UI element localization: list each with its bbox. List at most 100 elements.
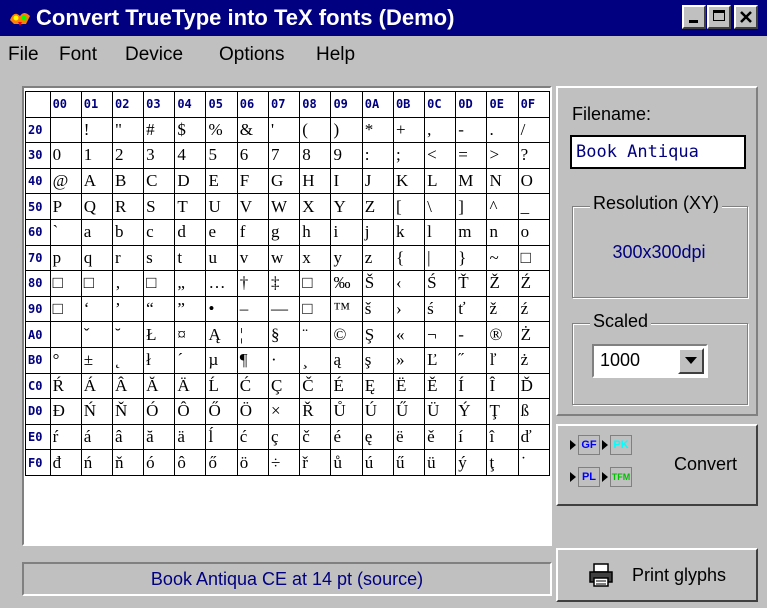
glyph-cell[interactable]: Â	[111, 372, 145, 400]
glyph-cell[interactable]: §	[267, 321, 301, 348]
glyph-cell[interactable]: N	[486, 167, 519, 195]
glyph-cell[interactable]: Ż	[517, 321, 551, 348]
glyph-cell[interactable]: C	[143, 167, 176, 195]
glyph-cell[interactable]: G	[267, 167, 301, 195]
glyph-cell[interactable]: i	[330, 218, 363, 246]
glyph-cell[interactable]: /	[517, 116, 551, 144]
glyph-cell[interactable]: e	[205, 218, 238, 246]
glyph-cell[interactable]: )	[330, 116, 363, 144]
glyph-cell[interactable]: t	[174, 244, 207, 272]
glyph-cell[interactable]: f	[236, 218, 269, 246]
glyph-cell[interactable]: Ĺ	[205, 372, 238, 400]
glyph-cell[interactable]: P	[49, 193, 82, 220]
glyph-cell[interactable]: j	[361, 218, 394, 246]
glyph-cell[interactable]: ő	[205, 449, 238, 476]
glyph-cell[interactable]: h	[299, 218, 332, 246]
glyph-cell[interactable]: Đ	[49, 398, 82, 425]
glyph-cell[interactable]: Ç	[267, 372, 301, 400]
glyph-cell[interactable]: Ő	[205, 398, 238, 425]
glyph-cell[interactable]: <	[424, 142, 457, 169]
glyph-cell[interactable]: z	[361, 244, 394, 272]
glyph-cell[interactable]: Ë	[392, 372, 426, 400]
glyph-cell[interactable]: Ú	[361, 398, 394, 425]
glyph-cell[interactable]: ş	[361, 346, 394, 374]
glyph-cell[interactable]: D	[174, 167, 207, 195]
glyph-cell[interactable]: ě	[424, 423, 457, 451]
glyph-cell[interactable]: '	[267, 116, 301, 144]
glyph-cell[interactable]: "	[111, 116, 145, 144]
glyph-cell[interactable]: –	[236, 295, 269, 323]
glyph-cell[interactable]: s	[143, 244, 176, 272]
glyph-cell[interactable]: .	[486, 116, 519, 144]
glyph-cell[interactable]: u	[205, 244, 238, 272]
glyph-cell[interactable]: Ű	[392, 398, 426, 425]
glyph-cell[interactable]: m	[455, 218, 488, 246]
minimize-button[interactable]	[682, 5, 706, 29]
glyph-cell[interactable]: Ę	[361, 372, 394, 400]
glyph-cell[interactable]: 3	[143, 142, 176, 169]
glyph-cell[interactable]: ă	[143, 423, 176, 451]
glyph-cell[interactable]: ›	[392, 295, 426, 323]
glyph-cell[interactable]: -	[455, 321, 488, 348]
glyph-cell[interactable]: ú	[361, 449, 394, 476]
glyph-cell[interactable]: Č	[299, 372, 332, 400]
glyph-cell[interactable]: ď	[517, 423, 551, 451]
glyph-cell[interactable]: I	[330, 167, 363, 195]
glyph-cell[interactable]: ~	[486, 244, 519, 272]
menu-font[interactable]: Font	[59, 44, 97, 66]
glyph-cell[interactable]: ń	[80, 449, 113, 476]
glyph-cell[interactable]: ó	[143, 449, 176, 476]
glyph-cell[interactable]: ‚	[111, 270, 145, 297]
glyph-cell[interactable]: #	[143, 116, 176, 144]
glyph-cell[interactable]: é	[330, 423, 363, 451]
glyph-cell[interactable]: î	[486, 423, 519, 451]
filename-field[interactable]: Book Antiqua	[570, 135, 746, 169]
glyph-cell[interactable]: w	[267, 244, 301, 272]
glyph-cell[interactable]: Ä	[174, 372, 207, 400]
glyph-cell[interactable]: (	[299, 116, 332, 144]
glyph-cell[interactable]: —	[267, 295, 301, 323]
glyph-cell[interactable]: S	[143, 193, 176, 220]
glyph-cell[interactable]: Ň	[111, 398, 145, 425]
glyph-cell[interactable]	[49, 116, 82, 144]
glyph-cell[interactable]: Š	[361, 270, 394, 297]
glyph-cell[interactable]: Ž	[486, 270, 519, 297]
glyph-cell[interactable]: ř	[299, 449, 332, 476]
glyph-cell[interactable]: ×	[267, 398, 301, 425]
glyph-cell[interactable]: ů	[330, 449, 363, 476]
glyph-cell[interactable]: F	[236, 167, 269, 195]
glyph-cell[interactable]: c	[143, 218, 176, 246]
glyph-cell[interactable]: đ	[49, 449, 82, 476]
glyph-cell[interactable]: Ý	[455, 398, 488, 425]
glyph-cell[interactable]: ‡	[267, 270, 301, 297]
glyph-cell[interactable]: ˘	[111, 321, 145, 348]
glyph-cell[interactable]: Ł	[143, 321, 176, 348]
glyph-cell[interactable]: Z	[361, 193, 394, 220]
glyph-cell[interactable]: Ü	[424, 398, 457, 425]
glyph-cell[interactable]: ţ	[486, 449, 519, 476]
glyph-cell[interactable]: ¶	[236, 346, 269, 374]
glyph-cell[interactable]: &	[236, 116, 269, 144]
glyph-cell[interactable]: Ď	[517, 372, 551, 400]
glyph-cell[interactable]: Ó	[143, 398, 176, 425]
glyph-cell[interactable]: ź	[517, 295, 551, 323]
glyph-cell[interactable]: 2	[111, 142, 145, 169]
glyph-cell[interactable]: ˛	[111, 346, 145, 374]
glyph-cell[interactable]: o	[517, 218, 551, 246]
glyph-cell[interactable]: á	[80, 423, 113, 451]
glyph-cell[interactable]: †	[236, 270, 269, 297]
glyph-cell[interactable]: *	[361, 116, 394, 144]
glyph-cell[interactable]: %	[205, 116, 238, 144]
glyph-cell[interactable]: X	[299, 193, 332, 220]
close-button[interactable]	[734, 5, 758, 29]
glyph-cell[interactable]: Ř	[299, 398, 332, 425]
glyph-cell[interactable]: !	[80, 116, 113, 144]
glyph-cell[interactable]: ˝	[455, 346, 488, 374]
glyph-cell[interactable]: Ń	[80, 398, 113, 425]
glyph-cell[interactable]: 4	[174, 142, 207, 169]
glyph-cell[interactable]: 6	[236, 142, 269, 169]
glyph-cell[interactable]: Ś	[424, 270, 457, 297]
glyph-cell[interactable]: ®	[486, 321, 519, 348]
glyph-cell[interactable]: □	[49, 295, 82, 323]
glyph-cell[interactable]: y	[330, 244, 363, 272]
